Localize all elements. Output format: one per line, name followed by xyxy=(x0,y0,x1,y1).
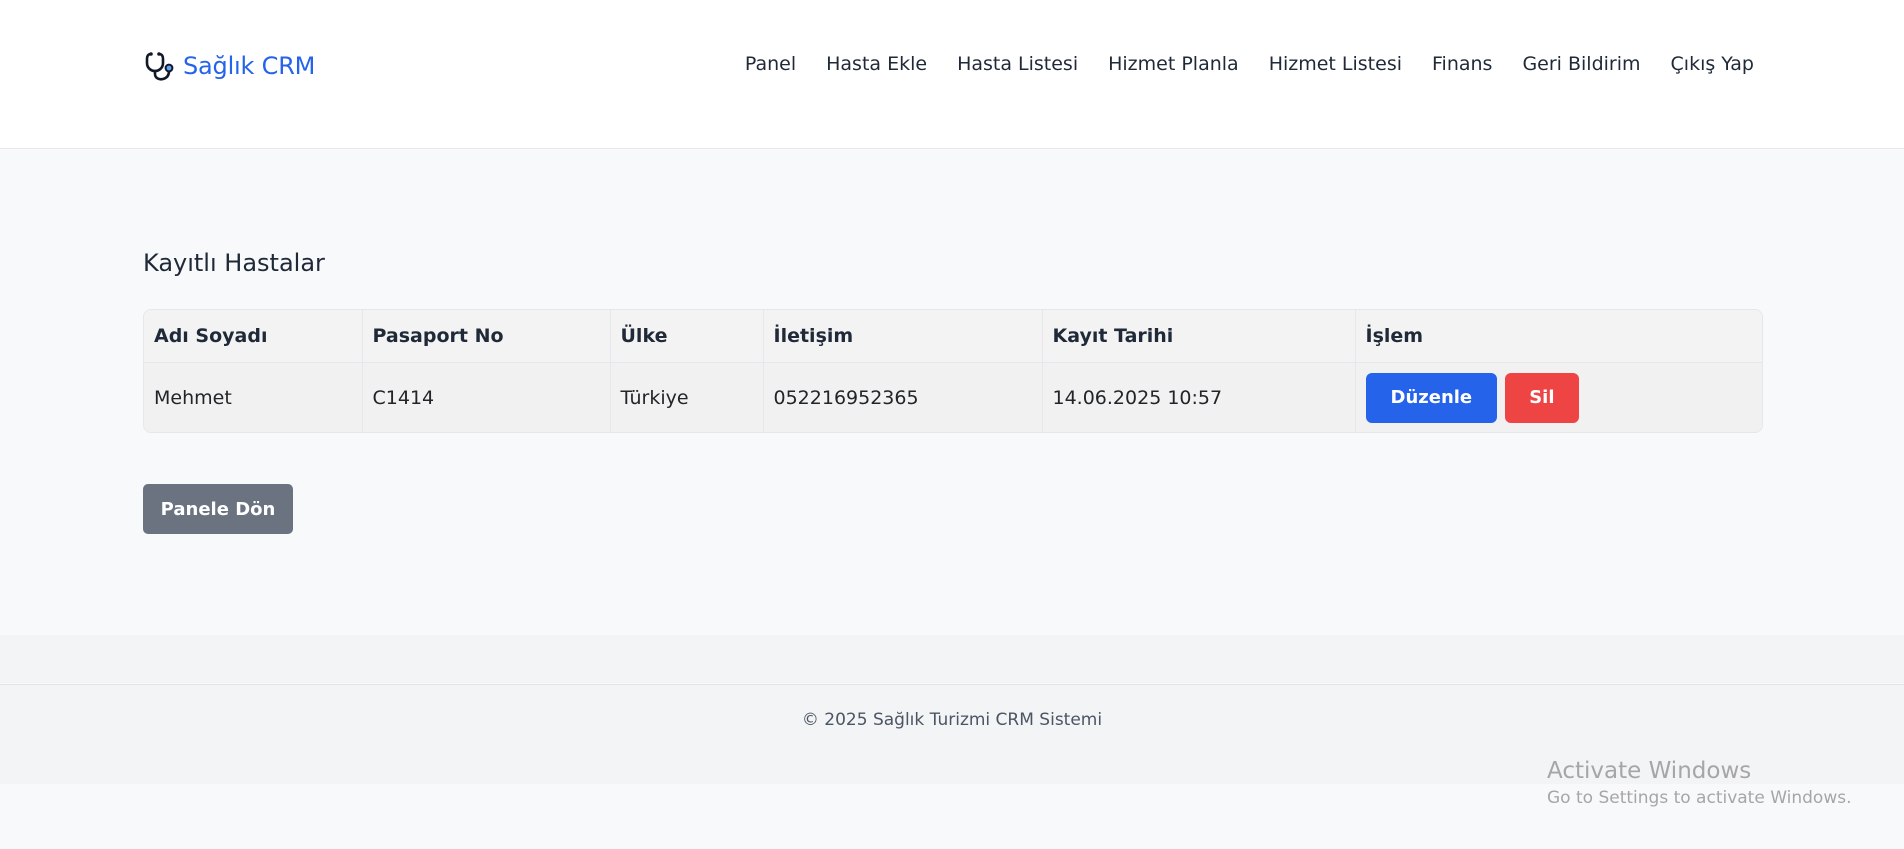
nav-hizmet-listesi[interactable]: Hizmet Listesi xyxy=(1269,53,1402,75)
patients-table: Adı Soyadı Pasaport No Ülke İletişim Kay… xyxy=(144,310,1762,432)
watermark-title: Activate Windows xyxy=(1547,758,1752,784)
brand-name: Sağlık CRM xyxy=(183,52,316,80)
back-to-panel-button[interactable]: Panele Dön xyxy=(143,484,293,534)
cell-country: Türkiye xyxy=(610,362,764,432)
footer-copyright: © 2025 Sağlık Turizmi CRM Sistemi xyxy=(801,710,1103,730)
column-header-actions: İşlem xyxy=(1355,310,1762,363)
nav-hasta-ekle[interactable]: Hasta Ekle xyxy=(826,53,927,75)
patients-table-container: Adı Soyadı Pasaport No Ülke İletişim Kay… xyxy=(143,309,1763,433)
brand-link[interactable]: Sağlık CRM xyxy=(143,50,315,82)
column-header-registered: Kayıt Tarihi xyxy=(1042,310,1356,363)
column-header-passport: Pasaport No xyxy=(362,310,611,363)
cell-passport: C1414 xyxy=(362,362,611,432)
windows-activation-watermark: Activate Windows Go to Settings to activ… xyxy=(1547,758,1852,808)
main-nav: Panel Hasta Ekle Hasta Listesi Hizmet Pl… xyxy=(745,53,1754,75)
cell-name: Mehmet xyxy=(144,362,363,432)
cell-actions: Düzenle Sil xyxy=(1355,362,1762,432)
delete-button[interactable]: Sil xyxy=(1505,372,1579,423)
top-navbar: Sağlık CRM Panel Hasta Ekle Hasta Listes… xyxy=(0,0,1904,149)
nav-geri-bildirim[interactable]: Geri Bildirim xyxy=(1522,53,1640,75)
cell-contact: 052216952365 xyxy=(763,362,1043,432)
nav-panel[interactable]: Panel xyxy=(745,53,796,75)
table-row: Mehmet C1414 Türkiye 052216952365 14.06.… xyxy=(144,362,1762,432)
nav-logout[interactable]: Çıkış Yap xyxy=(1671,53,1754,75)
table-header-row: Adı Soyadı Pasaport No Ülke İletişim Kay… xyxy=(144,310,1762,363)
nav-finans[interactable]: Finans xyxy=(1432,53,1492,75)
column-header-name: Adı Soyadı xyxy=(144,310,363,363)
nav-hasta-listesi[interactable]: Hasta Listesi xyxy=(957,53,1078,75)
column-header-contact: İletişim xyxy=(763,310,1043,363)
cell-registered: 14.06.2025 10:57 xyxy=(1042,362,1356,432)
watermark-subtitle: Go to Settings to activate Windows. xyxy=(1547,788,1852,808)
edit-button[interactable]: Düzenle xyxy=(1365,372,1498,423)
column-header-country: Ülke xyxy=(610,310,764,363)
footer-spacer xyxy=(0,635,1904,683)
stethoscope-icon xyxy=(143,50,175,82)
nav-hizmet-planla[interactable]: Hizmet Planla xyxy=(1108,53,1239,75)
page-title: Kayıtlı Hastalar xyxy=(143,249,325,277)
